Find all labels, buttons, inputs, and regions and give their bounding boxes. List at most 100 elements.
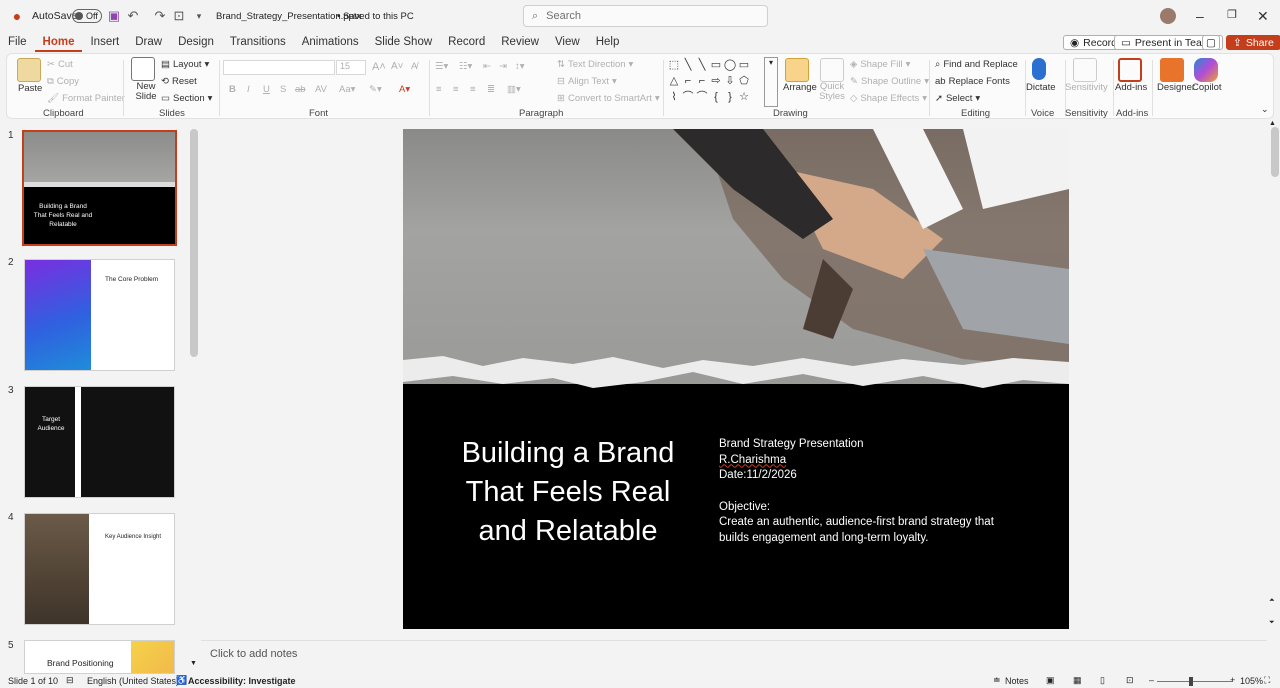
copy-button[interactable]: ⧉ Copy bbox=[47, 76, 79, 87]
justify-icon[interactable]: ≣ bbox=[487, 84, 495, 95]
avatar[interactable] bbox=[1160, 8, 1176, 24]
paste-button[interactable]: Paste bbox=[18, 83, 42, 94]
find-replace-button[interactable]: ⌕ Find and Replace bbox=[935, 59, 1018, 70]
scroll-down-icon[interactable]: ▼ bbox=[190, 660, 197, 667]
reset-button[interactable]: ⟲ Reset bbox=[161, 76, 197, 87]
slide-title[interactable]: Building a Brand That Feels Real and Rel… bbox=[443, 434, 693, 551]
columns-icon[interactable]: ▥▾ bbox=[507, 84, 521, 95]
tab-home[interactable]: Home bbox=[34, 32, 83, 52]
present-from-start-icon[interactable]: ⊡ bbox=[171, 8, 187, 24]
numbering-icon[interactable]: ☷▾ bbox=[459, 61, 472, 72]
tab-view[interactable]: View bbox=[547, 32, 588, 52]
notes-icon[interactable]: ≐ bbox=[993, 675, 1001, 686]
shapes-more-button[interactable]: ▾ bbox=[764, 57, 778, 107]
tab-insert[interactable]: Insert bbox=[82, 32, 127, 52]
shape-outline-button[interactable]: ✎ Shape Outline ▾ bbox=[850, 76, 929, 87]
search-box[interactable]: ⌕ Search bbox=[523, 5, 768, 27]
notes-pane[interactable]: Click to add notes bbox=[201, 640, 1267, 672]
bullets-icon[interactable]: ☰▾ bbox=[435, 61, 448, 72]
tab-help[interactable]: Help bbox=[588, 32, 628, 52]
microphone-icon[interactable] bbox=[1032, 58, 1046, 80]
fit-to-window-icon[interactable]: ⛶ bbox=[1264, 675, 1270, 686]
bold-icon[interactable]: B bbox=[229, 84, 236, 95]
zoom-level[interactable]: 105% bbox=[1240, 676, 1263, 686]
slide-thumbnail-1[interactable]: Building a Brand That Feels Real and Rel… bbox=[22, 130, 177, 246]
tab-draw[interactable]: Draw bbox=[127, 32, 170, 52]
font-name-box[interactable] bbox=[223, 60, 335, 75]
select-button[interactable]: ➚ Select ▾ bbox=[935, 93, 980, 104]
shapes-gallery[interactable]: ⬚ ╲ ╲ ▭ ◯ ▭ △ ⌐ ⌐ ⇨ ⇩ ⬠ ⌇ ⌒ ⌒{} ☆ bbox=[667, 57, 765, 105]
tab-record[interactable]: Record bbox=[440, 32, 493, 52]
close-icon[interactable]: ✕ bbox=[1257, 8, 1269, 25]
decrease-font-icon[interactable]: A˅ bbox=[391, 61, 404, 72]
thumbnails-scrollbar[interactable] bbox=[190, 129, 198, 357]
slideshow-icon[interactable]: ⊡ bbox=[1126, 675, 1134, 686]
collapse-ribbon-icon[interactable]: ⌄ bbox=[1261, 104, 1269, 115]
designer-button[interactable]: Designer bbox=[1157, 82, 1195, 93]
increase-font-icon[interactable]: A˄ bbox=[372, 61, 386, 73]
font-size-box[interactable]: 15 bbox=[336, 60, 366, 75]
scroll-up-icon[interactable]: ▲ bbox=[1269, 120, 1276, 127]
share-button[interactable]: ⇪ Share bbox=[1226, 35, 1280, 50]
new-slide-button[interactable]: New Slide bbox=[133, 82, 159, 102]
arrange-button[interactable]: Arrange bbox=[783, 82, 817, 93]
language-status[interactable]: English (United States) bbox=[87, 676, 179, 686]
accessibility-status[interactable]: Accessibility: Investigate bbox=[188, 676, 296, 686]
tab-design[interactable]: Design bbox=[170, 32, 222, 52]
clear-format-icon[interactable]: A̸ bbox=[411, 61, 417, 72]
tab-review[interactable]: Review bbox=[493, 32, 547, 52]
arrange-icon[interactable] bbox=[785, 58, 809, 82]
change-case-icon[interactable]: Aa▾ bbox=[339, 84, 355, 95]
autosave-toggle[interactable]: Off bbox=[72, 9, 102, 23]
zoom-slider-thumb[interactable] bbox=[1189, 677, 1193, 686]
align-text-button[interactable]: ⊟ Align Text ▾ bbox=[557, 76, 617, 87]
tab-transitions[interactable]: Transitions bbox=[222, 32, 294, 52]
reading-view-icon[interactable]: ▯ bbox=[1100, 675, 1105, 686]
slide-info-textbox[interactable]: Brand Strategy Presentation R.Charishma … bbox=[719, 437, 1019, 546]
layout-button[interactable]: ▤ Layout ▾ bbox=[161, 59, 209, 70]
zoom-out-icon[interactable]: – bbox=[1149, 675, 1154, 685]
shape-effects-button[interactable]: ◇ Shape Effects ▾ bbox=[850, 93, 927, 104]
spell-check-icon[interactable]: ⊟ bbox=[66, 675, 74, 686]
sensitivity-button[interactable]: Sensitivity bbox=[1065, 82, 1108, 93]
highlight-icon[interactable]: ✎▾ bbox=[369, 84, 382, 95]
slide-sorter-icon[interactable]: ▦ bbox=[1073, 675, 1082, 686]
cut-button[interactable]: ✂ Cut bbox=[47, 59, 73, 70]
slide-thumbnail-5[interactable]: Brand Positioning bbox=[24, 640, 175, 674]
minimize-icon[interactable]: – bbox=[1196, 8, 1204, 24]
prev-slide-icon[interactable]: ⏶ bbox=[1269, 597, 1275, 605]
section-button[interactable]: ▭ Section ▾ bbox=[161, 93, 212, 104]
font-color-icon[interactable]: A▾ bbox=[399, 84, 410, 95]
next-slide-icon[interactable]: ⏷ bbox=[1269, 619, 1275, 627]
new-slide-icon[interactable] bbox=[131, 57, 155, 81]
align-center-icon[interactable]: ≡ bbox=[453, 84, 459, 95]
tab-animations[interactable]: Animations bbox=[294, 32, 367, 52]
accessibility-icon[interactable]: ♿ bbox=[176, 675, 187, 686]
copilot-button[interactable]: Copilot bbox=[1192, 82, 1222, 93]
strikethrough-icon[interactable]: ab bbox=[295, 84, 306, 95]
italic-icon[interactable]: I bbox=[247, 84, 250, 95]
decrease-indent-icon[interactable]: ⇤ bbox=[483, 61, 491, 72]
undo-icon[interactable]: ↶ bbox=[125, 8, 141, 24]
add-ins-button[interactable]: Add-ins bbox=[1115, 82, 1147, 93]
smartart-button[interactable]: ⊞ Convert to SmartArt ▾ bbox=[557, 93, 660, 104]
slide-scrollbar[interactable] bbox=[1271, 127, 1279, 177]
text-direction-button[interactable]: ⇅ Text Direction ▾ bbox=[557, 59, 633, 70]
align-left-icon[interactable]: ≡ bbox=[436, 84, 442, 95]
paste-icon[interactable] bbox=[17, 58, 41, 82]
zoom-in-icon[interactable]: + bbox=[1230, 675, 1235, 685]
normal-view-icon[interactable]: ▣ bbox=[1046, 675, 1055, 686]
comments-button[interactable]: ▢ bbox=[1202, 35, 1220, 50]
copilot-icon[interactable] bbox=[1194, 58, 1218, 82]
quick-styles-icon[interactable] bbox=[820, 58, 844, 82]
add-ins-icon[interactable] bbox=[1118, 58, 1142, 82]
sensitivity-icon[interactable] bbox=[1073, 58, 1097, 82]
underline-icon[interactable]: U bbox=[263, 84, 270, 95]
align-right-icon[interactable]: ≡ bbox=[470, 84, 476, 95]
format-painter-button[interactable]: 🖌 Format Painter bbox=[47, 93, 125, 104]
designer-icon[interactable] bbox=[1160, 58, 1184, 82]
slide-thumbnail-3[interactable]: Target Audience bbox=[24, 386, 175, 498]
slide-thumbnail-4[interactable]: Key Audience Insight bbox=[24, 513, 175, 625]
notes-toggle[interactable]: Notes bbox=[1005, 676, 1029, 686]
shape-fill-button[interactable]: ◈ Shape Fill ▾ bbox=[850, 59, 910, 70]
